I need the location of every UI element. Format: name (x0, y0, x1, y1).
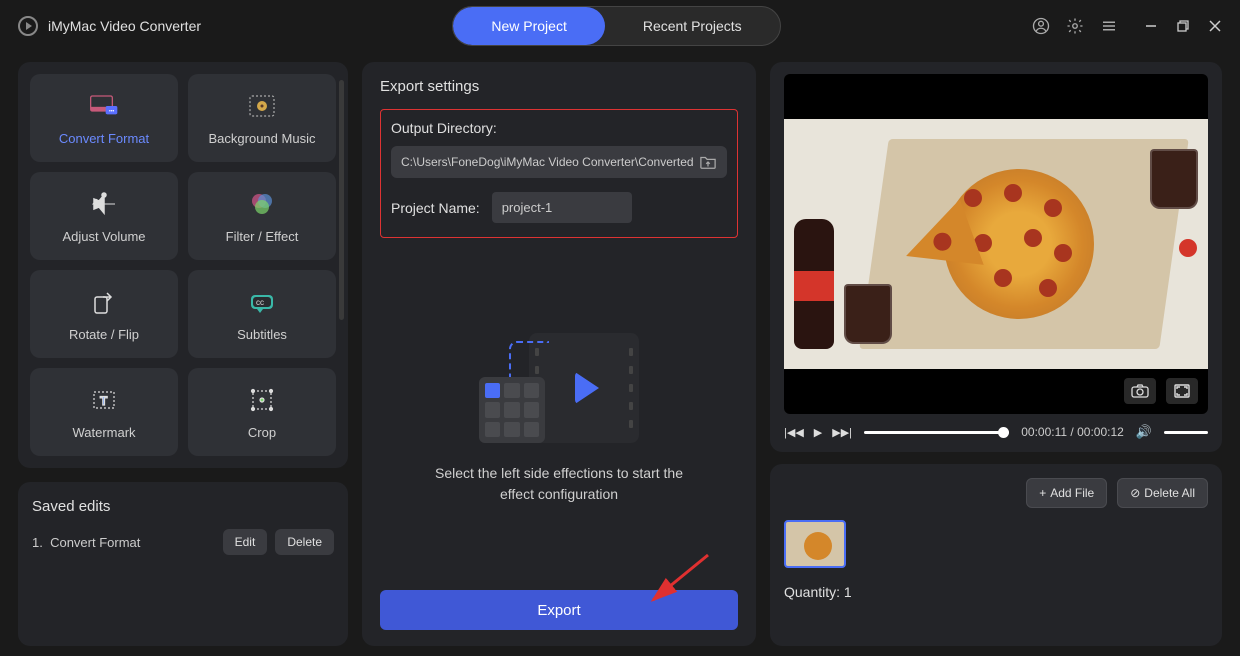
window-close-button[interactable] (1208, 19, 1222, 33)
tool-label: Convert Format (59, 131, 149, 146)
background-music-icon (247, 91, 277, 121)
video-content (784, 119, 1208, 369)
export-hint-text: Select the left side effections to start… (419, 463, 699, 505)
tool-crop[interactable]: Crop (188, 368, 336, 456)
quantity-label: Quantity: 1 (784, 584, 1208, 600)
tool-label: Background Music (209, 131, 316, 146)
annotation-arrow-icon (638, 550, 718, 610)
rotate-flip-icon (89, 287, 119, 317)
convert-format-icon: ••• (89, 91, 119, 121)
export-hint-area: Select the left side effections to start… (380, 258, 738, 580)
tool-convert-format[interactable]: ••• Convert Format (30, 74, 178, 162)
export-settings-panel: Export settings Output Directory: C:\Use… (362, 62, 756, 646)
menu-icon[interactable] (1100, 17, 1118, 35)
titlebar-actions (1032, 17, 1222, 35)
subtitles-icon: cc (247, 287, 277, 317)
project-name-label: Project Name: (391, 200, 480, 216)
svg-text:•••: ••• (109, 108, 115, 114)
svg-text:cc: cc (256, 298, 264, 307)
preview-panel: |◀◀ ▶ ▶▶| 00:00:11 / 00:00:12 🔊 (770, 62, 1222, 452)
tool-rotate-flip[interactable]: Rotate / Flip (30, 270, 178, 358)
app-title: iMyMac Video Converter (48, 18, 201, 34)
snapshot-icon[interactable] (1124, 378, 1156, 404)
output-directory-field[interactable]: C:\Users\FoneDog\iMyMac Video Converter\… (391, 146, 727, 178)
tool-filter-effect[interactable]: Filter / Effect (188, 172, 336, 260)
tool-label: Filter / Effect (226, 229, 299, 244)
volume-slider[interactable] (1164, 431, 1208, 434)
progress-bar[interactable] (864, 431, 1009, 434)
add-file-button[interactable]: +Add File (1026, 478, 1107, 508)
crop-icon (247, 385, 277, 415)
prev-button[interactable]: |◀◀ (784, 426, 804, 439)
titlebar: iMyMac Video Converter New Project Recen… (0, 0, 1240, 52)
scrollbar[interactable] (339, 80, 344, 320)
saved-edit-row: 1. Convert Format Edit Delete (32, 529, 334, 555)
file-thumbnail[interactable] (784, 520, 846, 568)
account-icon[interactable] (1032, 17, 1050, 35)
tool-watermark[interactable]: T Watermark (30, 368, 178, 456)
tool-subtitles[interactable]: cc Subtitles (188, 270, 336, 358)
volume-icon[interactable]: 🔊 (1136, 424, 1152, 440)
tab-new-project[interactable]: New Project (453, 7, 604, 45)
edit-saved-button[interactable]: Edit (223, 529, 268, 555)
files-panel: +Add File ⊘Delete All Quantity: 1 (770, 464, 1222, 646)
effect-illustration-icon (479, 333, 639, 443)
export-fields-highlight: Output Directory: C:\Users\FoneDog\iMyMa… (380, 109, 738, 238)
output-directory-value: C:\Users\FoneDog\iMyMac Video Converter\… (401, 155, 699, 169)
video-preview[interactable] (784, 74, 1208, 414)
tool-adjust-volume[interactable]: Adjust Volume (30, 172, 178, 260)
saved-edits-panel: Saved edits 1. Convert Format Edit Delet… (18, 482, 348, 646)
tool-background-music[interactable]: Background Music (188, 74, 336, 162)
window-maximize-button[interactable] (1176, 19, 1190, 33)
next-button[interactable]: ▶▶| (832, 426, 852, 439)
app-logo-icon (18, 16, 38, 36)
play-button[interactable]: ▶ (814, 426, 822, 439)
window-minimize-button[interactable] (1144, 19, 1158, 33)
sidebar: ••• Convert Format Background Music Adju… (18, 62, 348, 646)
saved-edit-name: 1. Convert Format (32, 535, 140, 550)
tools-panel: ••• Convert Format Background Music Adju… (18, 62, 348, 468)
output-directory-label: Output Directory: (391, 120, 727, 136)
tool-label: Adjust Volume (62, 229, 145, 244)
tool-label: Crop (248, 425, 276, 440)
tool-label: Subtitles (237, 327, 287, 342)
tool-label: Watermark (72, 425, 135, 440)
main-area: ••• Convert Format Background Music Adju… (0, 52, 1240, 656)
svg-text:T: T (100, 394, 108, 408)
delete-saved-button[interactable]: Delete (275, 529, 334, 555)
tab-recent-projects[interactable]: Recent Projects (605, 7, 780, 45)
watermark-icon: T (89, 385, 119, 415)
app-brand: iMyMac Video Converter (18, 16, 201, 36)
tool-label: Rotate / Flip (69, 327, 139, 342)
browse-folder-icon[interactable] (699, 154, 717, 170)
project-tab-switch: New Project Recent Projects (452, 6, 780, 46)
playback-bar: |◀◀ ▶ ▶▶| 00:00:11 / 00:00:12 🔊 (784, 424, 1208, 440)
playback-time: 00:00:11 / 00:00:12 (1021, 425, 1124, 439)
export-settings-title: Export settings (380, 78, 738, 95)
fullscreen-icon[interactable] (1166, 378, 1198, 404)
delete-all-button[interactable]: ⊘Delete All (1117, 478, 1208, 508)
settings-icon[interactable] (1066, 17, 1084, 35)
filter-effect-icon (247, 189, 277, 219)
project-name-input[interactable] (492, 192, 632, 223)
right-column: |◀◀ ▶ ▶▶| 00:00:11 / 00:00:12 🔊 +Add Fil… (770, 62, 1222, 646)
adjust-volume-icon (89, 189, 119, 219)
saved-edits-title: Saved edits (32, 498, 334, 515)
